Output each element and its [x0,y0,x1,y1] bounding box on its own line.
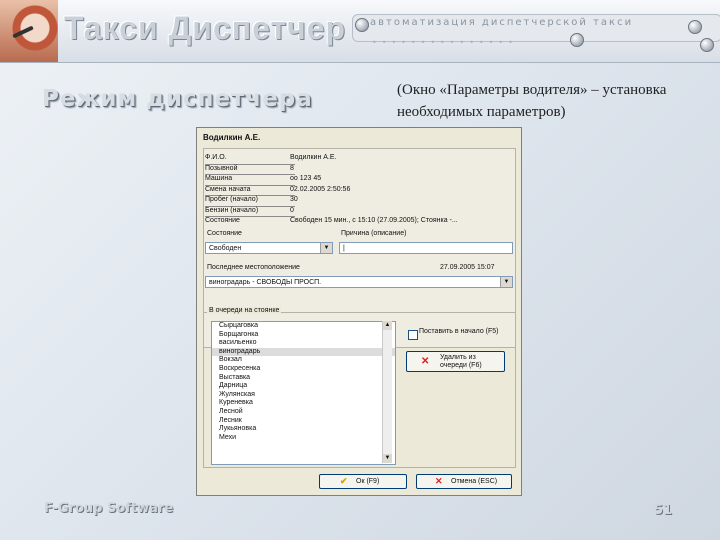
list-item[interactable]: Лесник [212,417,395,426]
list-item[interactable]: Борщагонка [212,331,395,340]
info-value: Свободен 15 мин., с 15:10 (27.09.2005); … [290,217,458,224]
header-banner: Такси Диспетчер автоматизация диспетчерс… [0,0,720,63]
info-label: Пробег (начало) [205,196,259,203]
remove-from-queue-label: Удалить из очереди (F6) [440,354,482,369]
info-row: Бензин (начало) 0 [205,207,505,217]
headset-icon [12,25,34,39]
last-location-select[interactable]: виноградарь - СВОБОДЫ ПРОСП. ▼ [205,276,513,288]
dot-row-decoration: ••••••••••••••• [372,38,518,47]
info-value: Водилкин А.Е. [290,154,337,161]
list-item[interactable]: Лукьяновка [212,425,395,434]
state-label: Состояние [207,230,242,237]
info-label: Машина [205,175,233,182]
info-value: 30 [290,196,298,203]
remove-from-queue-button[interactable]: ✕ Удалить из очереди (F6) [406,351,505,372]
last-location-time: 27.09.2005 15:07 [440,264,495,271]
ok-button[interactable]: ✔ Ок (F9) [319,474,407,489]
x-icon: ✕ [435,476,443,486]
last-location-label: Последнее местоположение [207,264,300,271]
dropdown-arrow-icon[interactable]: ▼ [500,277,512,287]
x-icon: ✕ [421,356,430,367]
operator-photo [0,0,58,62]
state-select-value: Свободен [209,245,242,252]
slide-heading: Режим диспетчера [42,86,313,112]
tagline-text: автоматизация диспетчерской такси [370,17,634,28]
reason-input-value: | [343,245,345,252]
reason-label: Причина (описание) [341,230,407,237]
dialog-title: Водилкин А.Е. [203,133,261,142]
info-value: 02.02.2005 2:50:56 [290,185,351,193]
info-label: Ф.И.О. [205,154,227,161]
cancel-button-label: Отмена (ESC) [451,478,498,485]
list-item[interactable]: Мехи [212,434,395,443]
globe-icon [688,20,702,34]
info-row: Позывной 8 [205,165,505,175]
list-item[interactable]: Куреневка [212,399,395,408]
state-select[interactable]: Свободен ▼ [205,242,333,254]
page-number: 51 [654,503,673,518]
list-item[interactable]: Дарница [212,382,395,391]
ok-button-label: Ок (F9) [356,478,380,485]
list-item[interactable]: Лесной [212,408,395,417]
list-item[interactable]: Воскресенка [212,365,395,374]
stop-list[interactable]: Сырцаговка Борщагонка васильенко виноградар… [211,321,396,465]
info-value: 8 [290,164,294,172]
stop-list-scrollbar[interactable]: ▲ ▼ [382,321,392,463]
list-item[interactable]: васильенко [212,339,395,348]
put-first-label: Поставить в начало (F5) [419,328,499,335]
cancel-button[interactable]: ✕ Отмена (ESC) [416,474,512,489]
info-label: Состояние [205,217,240,224]
slide-caption: (Окно «Параметры водителя» – установка н… [397,82,667,120]
scroll-up-icon[interactable]: ▲ [383,321,392,330]
check-icon: ✔ [340,476,348,486]
put-first-checkbox[interactable] [408,330,418,340]
brand-title: Такси Диспетчер [64,10,347,46]
info-row: Смена начата 02.02.2005 2:50:56 [205,186,505,196]
list-item[interactable]: Сырцаговка [212,322,395,331]
info-row: Машина оо 123 45 [205,175,505,185]
footer-company: F-Group Software [44,501,174,516]
list-item[interactable]: Выставка [212,374,395,383]
info-row: Пробег (начало) 30 [205,196,505,206]
reason-input[interactable]: | [339,242,513,254]
queue-legend: В очереди на стоянке [207,307,282,314]
info-row: Ф.И.О. Водилкин А.Е. [205,154,505,164]
globe-icon [570,33,584,47]
globe-icon [700,38,714,52]
globe-icon [355,18,369,32]
driver-parameters-dialog: Водилкин А.Е. Состояние Свободен ▼ Причи… [196,127,522,496]
info-value: оо 123 45 [290,175,322,182]
info-label: Смена начата [205,185,251,193]
list-item[interactable]: Жулянская [212,391,395,400]
last-location-value: виноградарь - СВОБОДЫ ПРОСП. [209,279,322,286]
scroll-down-icon[interactable]: ▼ [383,454,392,463]
list-item[interactable]: виноградарь [212,347,395,357]
info-value: 0 [290,206,294,214]
info-label: Позывной [205,164,238,172]
info-label: Бензин (начало) [205,206,259,214]
list-item[interactable]: Вокзал [212,356,395,365]
info-row: Состояние Свободен 15 мин., с 15:10 (27.0… [205,217,505,227]
dropdown-arrow-icon[interactable]: ▼ [320,243,332,253]
